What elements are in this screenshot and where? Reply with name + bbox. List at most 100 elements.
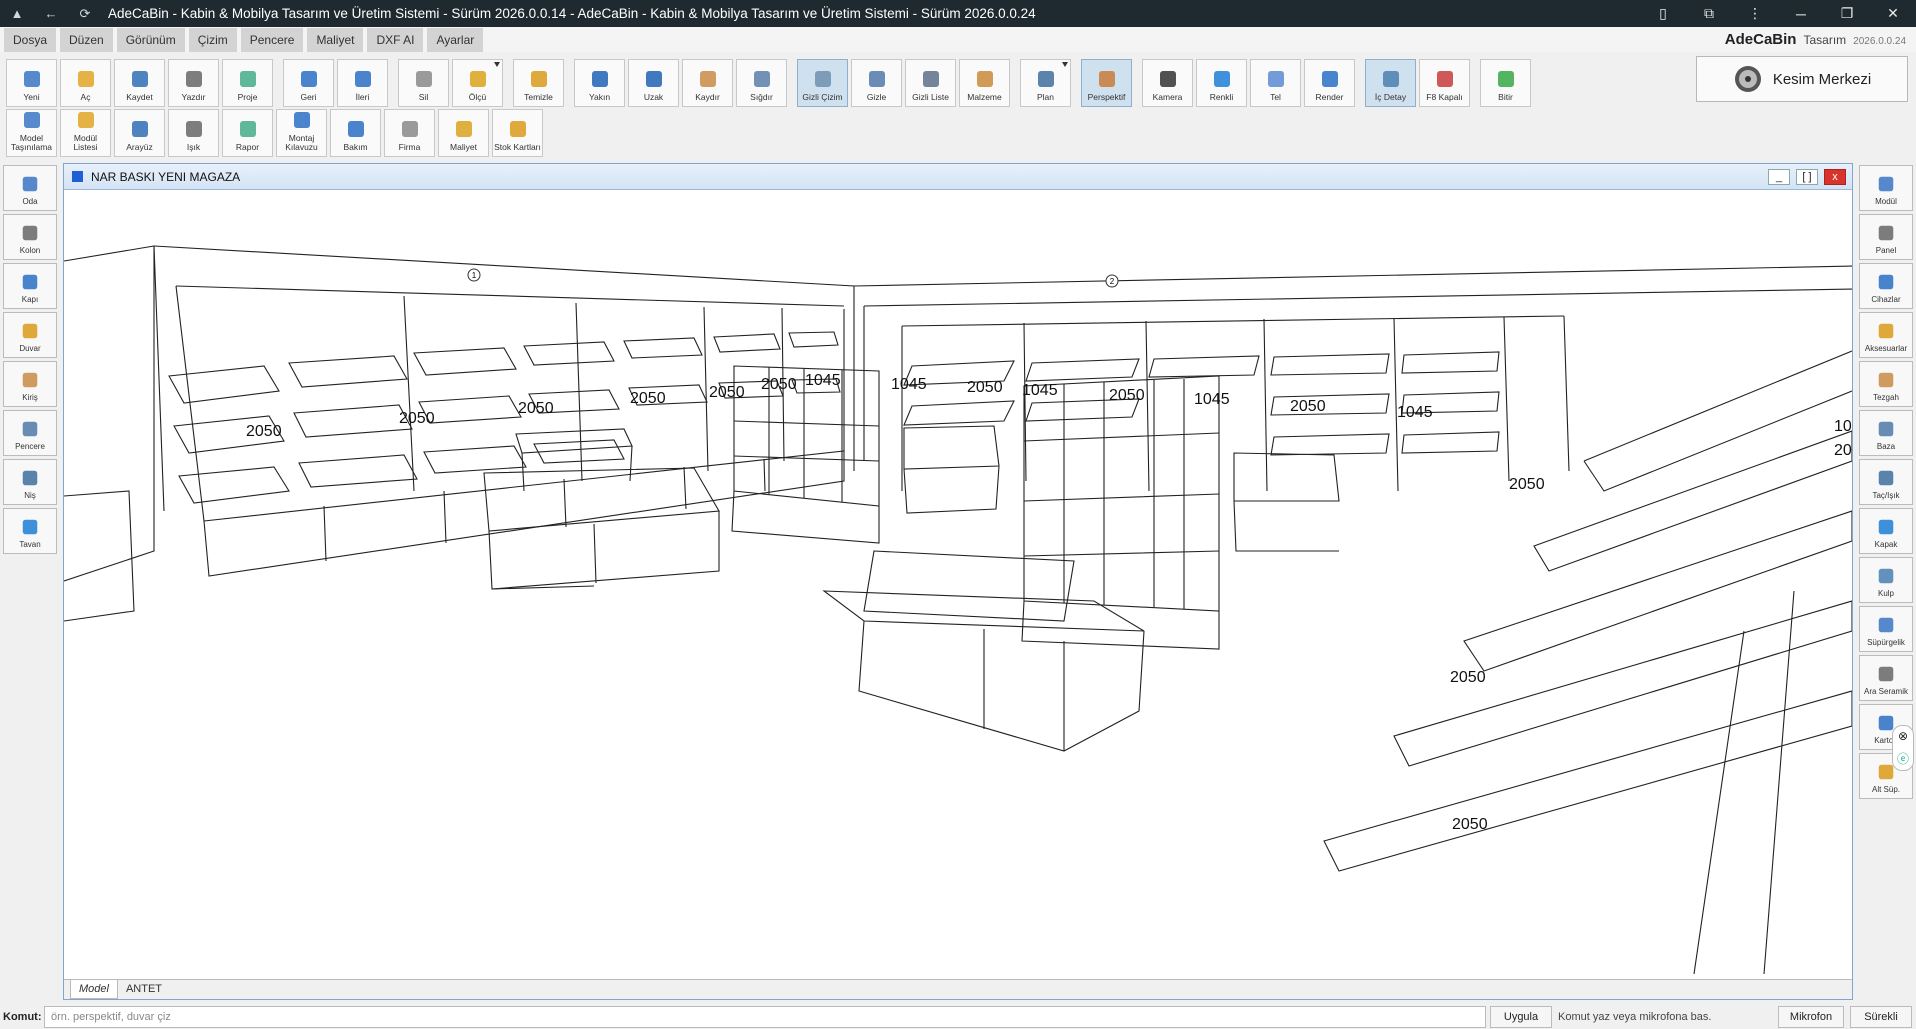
toolbar-label: Yeni — [23, 92, 40, 102]
tab-model[interactable]: Model — [70, 980, 118, 999]
kesim-merkezi-button[interactable]: Kesim Merkezi — [1696, 56, 1908, 102]
extension-icon[interactable]: ⧉ — [1686, 0, 1732, 27]
toolbar-label: Montaj Kılavuzu — [285, 133, 318, 152]
toolbar-button-hidden-list[interactable]: Gizli Liste — [905, 59, 956, 107]
toolbar-button-axes[interactable]: F8 Kapalı — [1419, 59, 1470, 107]
dropdown-arrow-icon[interactable] — [494, 62, 500, 67]
side-tool-wall[interactable]: Duvar — [3, 312, 57, 358]
toolbar-button-hide-eye[interactable]: Gizle — [851, 59, 902, 107]
side-tool-door[interactable]: Kapı — [3, 263, 57, 309]
toolbar-button-measure[interactable]: Ölçü — [452, 59, 503, 107]
toolbar-button-tools[interactable]: Bakım — [330, 109, 381, 157]
toolbar-button-light[interactable]: Işık — [168, 109, 219, 157]
close-circle-icon[interactable]: ⊗ — [1898, 729, 1908, 743]
menu-5[interactable]: Maliyet — [307, 27, 364, 52]
toolbar-button-redo[interactable]: İleri — [337, 59, 388, 107]
side-tool-niche[interactable]: Niş — [3, 459, 57, 505]
document-title: NAR BASKI YENI MAGAZA — [91, 169, 241, 184]
doc-close-button[interactable]: x — [1824, 169, 1846, 185]
menu-1[interactable]: Düzen — [60, 27, 113, 52]
toolbar-button-trash[interactable]: Sil — [398, 59, 449, 107]
menu-6[interactable]: DXF AI — [367, 27, 424, 52]
toolbar-button-material[interactable]: Malzeme — [959, 59, 1010, 107]
continuous-button[interactable]: Sürekli — [1850, 1005, 1912, 1028]
tab-antet[interactable]: ANTET — [118, 980, 170, 999]
toolbar-button-assembly-guide[interactable]: Montaj Kılavuzu — [276, 109, 327, 157]
wall-corner-line — [153, 245, 165, 512]
toolbar-button-print[interactable]: Yazdır — [168, 59, 219, 107]
toolbar-button-plan[interactable]: Plan — [1020, 59, 1071, 107]
command-input[interactable] — [44, 1005, 1486, 1028]
toolbar-button-interface[interactable]: Arayüz — [114, 109, 165, 157]
toolbar-button-calculator[interactable]: Maliyet — [438, 109, 489, 157]
doc-maximize-button[interactable]: [ ] — [1796, 169, 1818, 185]
toolbar-label: Stok Kartları — [494, 142, 541, 152]
side-tool-column[interactable]: Kolon — [3, 214, 57, 260]
side-tool-beam[interactable]: Kiriş — [3, 361, 57, 407]
toolbar-button-module-list[interactable]: Modül Listesi — [60, 109, 111, 157]
toolbar-button-folder-open[interactable]: Aç — [60, 59, 111, 107]
doc-minimize-button[interactable]: _ — [1768, 169, 1790, 185]
toolbar-button-check[interactable]: Bitir — [1480, 59, 1531, 107]
apply-button[interactable]: Uygula — [1490, 1005, 1552, 1028]
side-tool-label: Süpürgelik — [1867, 638, 1905, 647]
side-tool-module[interactable]: Modül — [1859, 165, 1913, 211]
toolbar-button-inner-detail[interactable]: İç Detay — [1365, 59, 1416, 107]
print-icon — [185, 71, 202, 87]
toolbar-button-save[interactable]: Kaydet — [114, 59, 165, 107]
dim-label: 1045 — [1022, 382, 1058, 399]
toolbar-button-model-move[interactable]: Model Taşınılama — [6, 109, 57, 157]
microphone-button[interactable]: Mikrofon — [1778, 1005, 1844, 1028]
side-tool-plinth[interactable]: Baza — [1859, 410, 1913, 456]
command-hint: Komut yaz veya mikrofona bas. — [1558, 1010, 1712, 1023]
menu-2[interactable]: Görünüm — [116, 27, 185, 52]
menu-3[interactable]: Çizim — [188, 27, 237, 52]
toolbar-button-stock-cards[interactable]: Stok Kartları — [492, 109, 543, 157]
toolbar-button-project[interactable]: Proje — [222, 59, 273, 107]
wall-marker-2: 2 — [1105, 274, 1119, 288]
side-tool-panel[interactable]: Panel — [1859, 214, 1913, 260]
back-arrow-icon[interactable]: ← — [34, 0, 68, 27]
side-tool-label: Tezgah — [1873, 393, 1899, 402]
side-tool-countertop[interactable]: Tezgah — [1859, 361, 1913, 407]
refresh-icon[interactable]: ⟳ — [68, 0, 102, 27]
toolbar-button-undo[interactable]: Geri — [283, 59, 334, 107]
side-tool-ceiling[interactable]: Tavan — [3, 508, 57, 554]
toolbar-button-factory[interactable]: Firma — [384, 109, 435, 157]
more-icon[interactable]: ⋮ — [1732, 0, 1778, 27]
toolbar-button-fit[interactable]: Sığdır — [736, 59, 787, 107]
side-tool-handle[interactable]: Kulp — [1859, 557, 1913, 603]
toolbar-button-perspective[interactable]: Perspektif — [1081, 59, 1132, 107]
title-bar: ▲ ← ⟳ AdeCaBin - Kabin & Mobilya Tasarım… — [0, 0, 1916, 27]
viewport-3d[interactable]: 1 2 2050 2050 2050 2050 2050 2050 1045 1… — [64, 191, 1852, 974]
brand-name: AdeCaBin — [1724, 31, 1797, 48]
toolbar-button-render[interactable]: Render — [1304, 59, 1355, 107]
menu-4[interactable]: Pencere — [240, 27, 304, 52]
toolbar-button-color-cube[interactable]: Renkli — [1196, 59, 1247, 107]
toolbar-button-pan-hand[interactable]: Kaydır — [682, 59, 733, 107]
side-tool-accessory[interactable]: Aksesuarlar — [1859, 312, 1913, 358]
menu-7[interactable]: Ayarlar — [427, 27, 484, 52]
side-tool-window[interactable]: Pencere — [3, 410, 57, 456]
toolbar-button-zoom-out[interactable]: Uzak — [628, 59, 679, 107]
dropdown-arrow-icon[interactable] — [1062, 62, 1068, 67]
toolbar-button-broom[interactable]: Temizle — [513, 59, 564, 107]
toolbar-button-new-file[interactable]: Yeni — [6, 59, 57, 107]
close-button[interactable]: ✕ — [1870, 0, 1916, 27]
menu-0[interactable]: Dosya — [4, 27, 57, 52]
side-tool-skirting[interactable]: Süpürgelik — [1859, 606, 1913, 652]
toolbar-button-zoom-in[interactable]: Yakın — [574, 59, 625, 107]
side-tool-cover[interactable]: Kapak — [1859, 508, 1913, 554]
side-tool-room[interactable]: Oda — [3, 165, 57, 211]
toolbar-button-camera[interactable]: Kamera — [1142, 59, 1193, 107]
restore-button[interactable]: ❐ — [1824, 0, 1870, 27]
document-icon[interactable]: ▯ — [1640, 0, 1686, 27]
side-tool-appliance[interactable]: Cihazlar — [1859, 263, 1913, 309]
side-tool-tile[interactable]: Ara Seramik — [1859, 655, 1913, 701]
side-tool-crown[interactable]: Taç/Işık — [1859, 459, 1913, 505]
toolbar-button-report[interactable]: Rapor — [222, 109, 273, 157]
minimize-button[interactable]: ─ — [1778, 0, 1824, 27]
edge-icon[interactable]: ⓔ — [1897, 750, 1909, 767]
toolbar-button-wireframe[interactable]: Tel — [1250, 59, 1301, 107]
toolbar-button-hidden-line[interactable]: Gizli Çizim — [797, 59, 848, 107]
